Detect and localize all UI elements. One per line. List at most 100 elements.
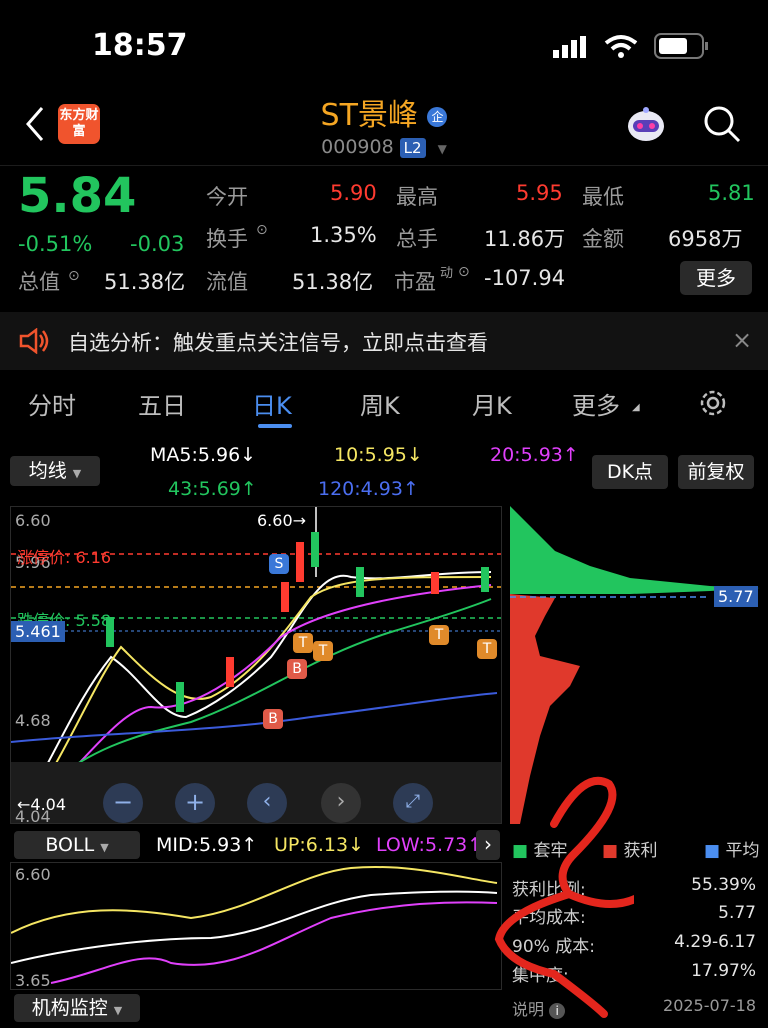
avg-cost-price-tag: 5.77 (714, 586, 758, 607)
ma5-legend: MA5:5.96↓ (150, 444, 257, 466)
ma-select-label: 均线 (28, 460, 67, 482)
active-tab-indicator (258, 424, 292, 428)
scroll-right-button[interactable]: › (321, 783, 361, 823)
pe-value: -107.94 (484, 266, 566, 290)
boll-select[interactable]: BOLL ▼ (14, 831, 140, 859)
t-signal-marker[interactable]: T (429, 625, 449, 645)
buy-signal-marker[interactable]: B (287, 659, 307, 679)
more-tab-arrow-icon: ◢ (632, 402, 640, 413)
tab-daily-k[interactable]: 日K (252, 386, 292, 421)
mcap-value: 51.38亿 (104, 270, 186, 294)
info-icon[interactable]: ⊙ (68, 268, 80, 284)
chevron-down-icon: ▼ (437, 142, 447, 156)
gear-icon[interactable] (698, 388, 728, 422)
sell-signal-marker[interactable]: S (269, 554, 289, 574)
fullscreen-button[interactable]: ⤢ (393, 783, 433, 823)
robot-assistant-icon[interactable] (624, 102, 668, 150)
more-button[interactable]: 更多 (680, 261, 752, 295)
ma20-legend: 20:5.93↑ (490, 444, 579, 466)
signal-icon (553, 36, 587, 62)
battery-icon (654, 33, 710, 63)
pe-label: 市盈 (394, 270, 436, 294)
boll-up-legend: UP:6.13↓ (274, 834, 364, 856)
profit-ratio-value: 55.39% (691, 875, 756, 895)
chevron-down-icon: ▼ (113, 1004, 123, 1017)
boll-mid-legend: MID:5.93↑ (156, 834, 258, 856)
high-value: 5.95 (516, 181, 563, 205)
turnover-value: 1.35% (310, 223, 377, 247)
t-signal-marker[interactable]: T (477, 639, 497, 659)
low-value: 5.81 (708, 181, 755, 205)
square-icon: ■ (704, 841, 721, 861)
t-signal-marker[interactable]: T (293, 633, 313, 653)
scroll-left-button[interactable]: ‹ (247, 783, 287, 823)
concentration-value: 17.97% (691, 961, 756, 981)
avg-cost-value: 5.77 (718, 903, 756, 923)
t-signal-marker[interactable]: T (313, 641, 333, 661)
tab-monthly-k[interactable]: 月K (472, 386, 512, 421)
mcap-label: 总值 (18, 270, 60, 294)
legend-average: ■ 平均 (704, 836, 759, 861)
high-label: 最高 (396, 185, 438, 209)
open-label: 今开 (206, 185, 248, 209)
cursor-price-tag: 5.461 (11, 621, 65, 642)
limit-up-label: 涨停价: 6.16 (17, 548, 112, 567)
tab-five-day[interactable]: 五日 (138, 386, 186, 421)
speaker-icon (18, 327, 50, 358)
ma10-legend: 10:5.95↓ (334, 444, 423, 466)
cost90-value: 4.29-6.17 (674, 932, 756, 952)
adjust-button[interactable]: 前复权 (678, 455, 754, 489)
amount-value: 6958万 (668, 227, 743, 251)
buy-signal-marker[interactable]: B (263, 709, 283, 729)
chevron-down-icon: ▼ (72, 467, 82, 480)
boll-y-top: 6.60 (15, 865, 51, 884)
change-amount: -0.03 (130, 232, 185, 256)
y-axis-bottom: 4.04 (15, 807, 51, 826)
tab-more[interactable]: 更多 (572, 386, 620, 421)
search-icon[interactable] (702, 104, 742, 148)
info-icon[interactable]: ⊙ (458, 264, 470, 280)
zoom-in-button[interactable]: + (175, 783, 215, 823)
level-badge: L2 (399, 137, 426, 158)
boll-low-legend: LOW:5.73↑ (376, 834, 484, 856)
boll-select-label: BOLL (45, 834, 95, 856)
enterprise-badge: 企 (427, 106, 448, 127)
open-value: 5.90 (330, 181, 377, 205)
ma-select[interactable]: 均线 ▼ (10, 456, 100, 486)
status-time: 18:57 (92, 28, 188, 63)
float-label: 流值 (206, 270, 248, 294)
ma120-legend: 120:4.93↑ (318, 478, 419, 500)
chevron-down-icon: ▼ (100, 841, 109, 854)
institution-monitor-select[interactable]: 机构监控 ▼ (14, 994, 140, 1022)
low-label: 最低 (582, 185, 624, 209)
ma43-legend: 43:5.69↑ (168, 478, 257, 500)
notice-banner[interactable]: 自选分析：触发重点关注信号，立即点击查看 × (0, 312, 768, 370)
turnover-label: 换手 (206, 227, 248, 251)
wifi-icon (604, 34, 638, 62)
tab-weekly-k[interactable]: 周K (360, 386, 400, 421)
volume-value: 11.86万 (484, 227, 566, 251)
stock-code-text: 000908 (321, 136, 394, 158)
legend-average-label: 平均 (725, 841, 760, 861)
institution-monitor-label: 机构监控 (31, 997, 108, 1019)
header-divider (0, 165, 768, 166)
float-value: 51.38亿 (292, 270, 374, 294)
pe-sup: 动 (440, 266, 454, 281)
kline-chart[interactable]: 6.60 5.96 涨停价: 6.16 跌停价: 5.58 5.461 4.68… (10, 506, 502, 826)
info-icon[interactable]: ⊙ (256, 222, 268, 238)
max-price-label: 6.60→ (257, 511, 307, 530)
boll-y-bottom: 3.65 (15, 971, 51, 990)
change-percent: -0.51% (18, 232, 93, 256)
amount-label: 金额 (582, 227, 624, 251)
handwritten-annotation (494, 764, 648, 1028)
zoom-out-button[interactable]: − (103, 783, 143, 823)
close-icon[interactable]: × (732, 326, 752, 354)
tab-intraday[interactable]: 分时 (28, 386, 76, 421)
dk-point-button[interactable]: DK点 (592, 455, 668, 489)
y-axis-mid: 4.68 (15, 711, 51, 730)
volume-label: 总手 (396, 227, 438, 251)
boll-chart[interactable]: 6.60 3.65 (10, 862, 502, 990)
current-price: 5.84 (18, 168, 137, 224)
notice-text: 自选分析：触发重点关注信号，立即点击查看 (68, 331, 488, 355)
chip-date: 2025-07-18 (663, 996, 756, 1015)
